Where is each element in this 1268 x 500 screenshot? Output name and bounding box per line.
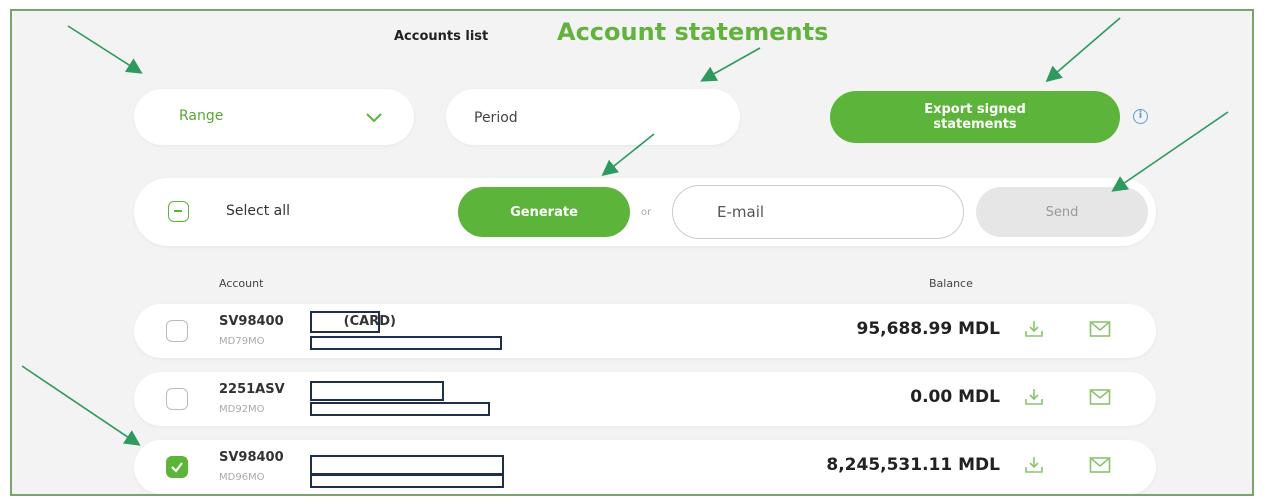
balance-column-header: Balance (929, 277, 973, 290)
range-label: Range (179, 108, 224, 124)
account-balance: 0.00 MDL (910, 387, 1000, 407)
account-balance: 8,245,531.11 MDL (826, 455, 1000, 475)
period-field-wrapper (446, 89, 740, 145)
period-input[interactable] (472, 106, 716, 130)
account-iban: MD92MO (219, 404, 265, 415)
or-separator: or (641, 207, 652, 218)
select-all-checkbox[interactable] (168, 201, 189, 222)
redaction-box (310, 474, 504, 488)
email-icon[interactable] (1089, 456, 1111, 474)
account-name: 2251ASV (219, 382, 285, 397)
account-iban: MD79MO (219, 336, 265, 347)
statements-panel: Accounts list Account statements Range E… (10, 9, 1254, 496)
send-button[interactable]: Send (976, 187, 1148, 237)
email-icon[interactable] (1089, 320, 1111, 338)
accounts-list-link[interactable]: Accounts list (394, 29, 488, 44)
row-checkbox[interactable] (166, 320, 188, 342)
export-signed-statements-button[interactable]: Export signed statements (830, 91, 1120, 143)
email-icon[interactable] (1089, 388, 1111, 406)
account-iban: MD96MO (219, 472, 265, 483)
email-input[interactable] (672, 185, 964, 239)
row-checkbox[interactable] (166, 456, 188, 478)
redaction-box (310, 455, 504, 475)
action-bar: Select all Generate or Send (134, 178, 1156, 246)
account-name-prefix: SV98400 (219, 314, 284, 329)
chevron-down-icon (366, 113, 382, 125)
account-name: SV98400 (219, 450, 284, 465)
range-select[interactable]: Range (134, 89, 414, 145)
select-all-label: Select all (226, 203, 290, 219)
generate-button[interactable]: Generate (458, 187, 630, 237)
redaction-box (310, 402, 490, 416)
checkmark-icon (171, 462, 183, 473)
redaction-box (310, 381, 444, 401)
account-row[interactable]: 2251ASV MD92MO 0.00 MDL (134, 372, 1156, 426)
download-icon[interactable] (1024, 387, 1044, 407)
account-row[interactable]: SV98400 MD96MO 8,245,531.11 MDL (134, 440, 1156, 494)
download-icon[interactable] (1024, 319, 1044, 339)
row-checkbox[interactable] (166, 388, 188, 410)
account-column-header: Account (219, 277, 264, 290)
account-balance: 95,688.99 MDL (856, 319, 1001, 339)
info-icon[interactable]: i (1133, 109, 1148, 124)
export-button-label: Export signed statements (924, 102, 1026, 132)
page-title: Account statements (557, 18, 829, 46)
redaction-box (310, 311, 380, 333)
account-row[interactable]: SV98400 (CARD) MD79MO 95,688.99 MDL (134, 304, 1156, 358)
redaction-box (310, 336, 502, 350)
download-icon[interactable] (1024, 455, 1044, 475)
